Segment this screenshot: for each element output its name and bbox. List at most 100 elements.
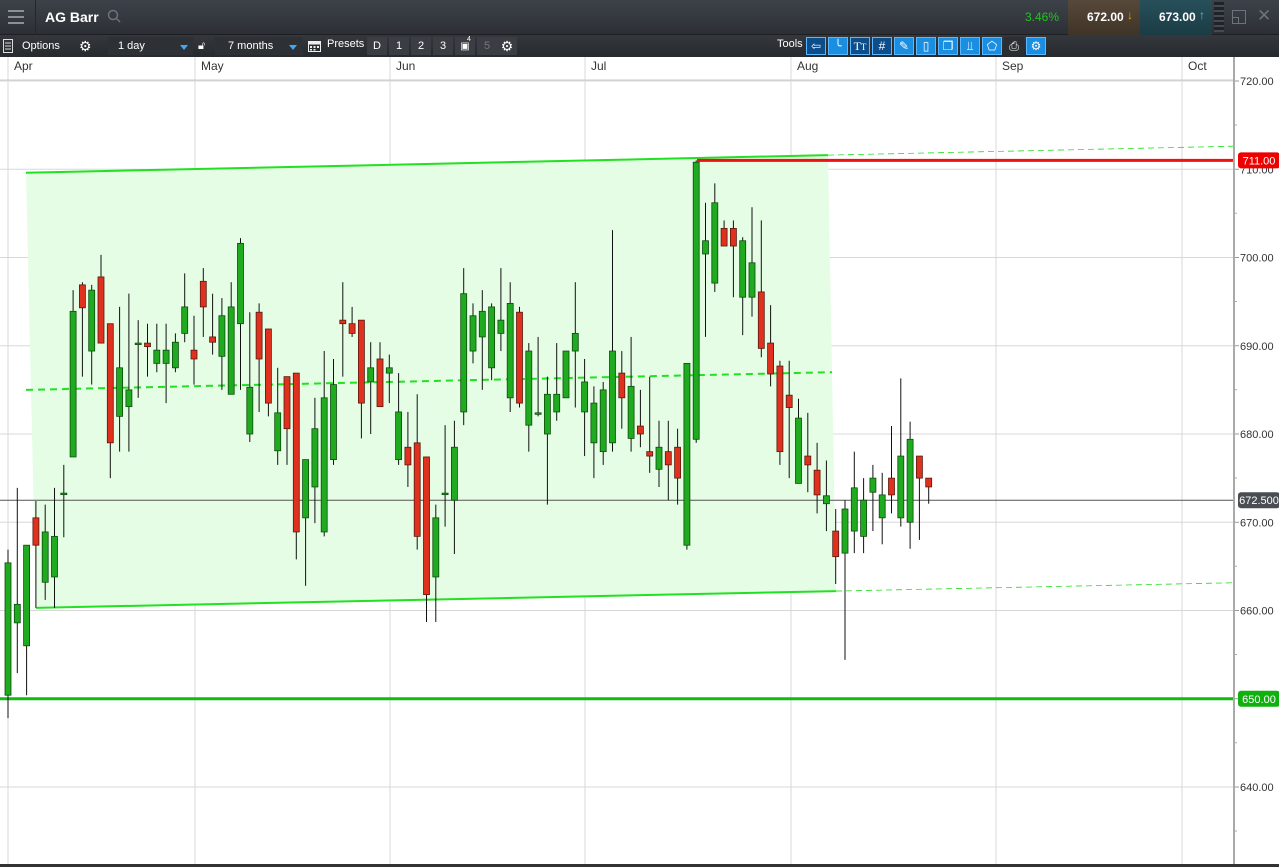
candle-body-up bbox=[88, 289, 96, 352]
candle-body-up bbox=[23, 544, 31, 647]
candle bbox=[683, 362, 691, 550]
candle-body-up bbox=[60, 492, 68, 496]
candle-body-down bbox=[888, 477, 895, 496]
candle-body-up bbox=[869, 477, 877, 493]
grid-icon[interactable]: # bbox=[872, 37, 892, 55]
candle-body-up bbox=[525, 350, 533, 426]
candle-body-up bbox=[320, 397, 328, 533]
candle-body-up bbox=[655, 446, 663, 470]
range-value: 7 months bbox=[228, 40, 274, 52]
options-button[interactable]: Options bbox=[22, 37, 60, 55]
candle bbox=[850, 451, 858, 554]
candle-body-up bbox=[469, 315, 477, 352]
candle-body-up bbox=[739, 240, 747, 298]
candle-body-down bbox=[144, 342, 151, 348]
sell-button[interactable]: 672.00 ↓ bbox=[1068, 0, 1140, 35]
buy-button[interactable]: 673.00 ↑ bbox=[1140, 0, 1212, 35]
menu-icon[interactable] bbox=[8, 10, 24, 24]
candle-body-up bbox=[153, 349, 161, 364]
indicators-icon[interactable]: ⫫ bbox=[960, 37, 980, 55]
list-icon[interactable] bbox=[3, 39, 13, 53]
interval-select[interactable]: 1 day bbox=[108, 37, 193, 55]
candle-body-down bbox=[767, 342, 774, 375]
preset-1[interactable]: 1 bbox=[389, 37, 409, 55]
candle-body-down bbox=[404, 446, 412, 466]
x-axis-labels: Apr May Jun Jul Aug Sep Oct bbox=[14, 59, 1207, 73]
range-select[interactable]: 7 months bbox=[215, 37, 303, 55]
candle-body-down bbox=[664, 451, 672, 466]
candle-body-down bbox=[730, 227, 737, 247]
curve-line-icon[interactable]: ╰ bbox=[828, 37, 848, 55]
candle-body-up bbox=[748, 262, 756, 298]
preset-3[interactable]: 3 bbox=[433, 37, 453, 55]
candle-body-up bbox=[367, 367, 375, 383]
support-badge-label: 650.00 bbox=[1242, 694, 1276, 706]
candle-body-down bbox=[292, 372, 300, 533]
candle-body-up bbox=[311, 428, 319, 488]
drag-handle[interactable] bbox=[1214, 2, 1224, 32]
candle-body-down bbox=[106, 323, 114, 444]
candle-body-up bbox=[330, 384, 337, 460]
layers-icon[interactable]: ❐ bbox=[938, 37, 958, 55]
candle-body-up bbox=[441, 492, 449, 496]
candle-body-up bbox=[590, 402, 598, 444]
candle-body-up bbox=[860, 499, 867, 537]
preset-2[interactable]: 2 bbox=[411, 37, 431, 55]
candle-body-down bbox=[376, 358, 384, 408]
candle-body-down bbox=[674, 446, 681, 479]
text-icon[interactable]: TT bbox=[850, 37, 870, 55]
candle-body-up bbox=[841, 508, 849, 554]
candle bbox=[292, 372, 300, 560]
candle-body-up bbox=[544, 393, 551, 435]
candle-body-down bbox=[618, 372, 626, 399]
save-preset-4[interactable]: ▣ 4 bbox=[455, 36, 475, 55]
candle-body-down bbox=[785, 394, 793, 408]
candle-body-down bbox=[348, 323, 356, 334]
change-percent: 3.46% bbox=[1025, 10, 1060, 24]
candle-body-down bbox=[79, 284, 86, 309]
month-label: Sep bbox=[1002, 59, 1024, 73]
candle bbox=[860, 478, 867, 554]
candle bbox=[4, 549, 12, 719]
presets-gear-icon[interactable]: ⚙ bbox=[497, 37, 517, 55]
price-tick-label: 660.00 bbox=[1240, 606, 1274, 618]
price-chart[interactable]: Apr May Jun Jul Aug Sep Oct 720.00710.00700.00… bbox=[0, 57, 1279, 867]
candle-body-down bbox=[776, 365, 784, 453]
back-arrow-icon[interactable]: ⇦ bbox=[806, 37, 826, 55]
calendar-icon[interactable] bbox=[308, 39, 321, 52]
candle-body-up bbox=[432, 517, 440, 578]
candle-body-down bbox=[283, 376, 291, 430]
resistance-badge-label: 711.00 bbox=[1243, 155, 1276, 167]
candle-body-down bbox=[757, 291, 765, 349]
sell-price: 672.00 bbox=[1087, 10, 1124, 24]
candle-body-up bbox=[609, 350, 616, 444]
candle-body-up bbox=[850, 487, 858, 532]
candle-body-down bbox=[637, 425, 644, 435]
print-icon[interactable]: ⎙ bbox=[1004, 37, 1024, 55]
search-icon[interactable] bbox=[107, 9, 121, 23]
close-icon[interactable]: ✕ bbox=[1257, 6, 1271, 26]
candle-body-up bbox=[302, 459, 310, 519]
candle-body-up bbox=[41, 531, 49, 583]
draw-pencil-icon[interactable]: ✎ bbox=[894, 37, 914, 55]
candle-body-down bbox=[804, 455, 812, 466]
candle bbox=[13, 487, 21, 674]
preset-d[interactable]: D bbox=[367, 37, 387, 55]
candle-body-up bbox=[897, 455, 905, 519]
candle-body-up bbox=[488, 306, 496, 369]
candle-body-up bbox=[450, 446, 458, 501]
candle-body-up bbox=[683, 362, 691, 546]
channel-upper-extension bbox=[827, 145, 1235, 156]
lock-icon[interactable]: 🔓︎ bbox=[198, 37, 205, 55]
restore-window-icon[interactable] bbox=[1232, 10, 1246, 24]
candle bbox=[869, 464, 877, 532]
options-gear-icon[interactable]: ⚙ bbox=[79, 37, 92, 55]
candle-icon[interactable]: ▯ bbox=[916, 37, 936, 55]
candle-body-up bbox=[385, 367, 393, 374]
preset-5[interactable]: 5 bbox=[477, 37, 497, 55]
candle-body-up bbox=[460, 293, 468, 413]
candle-body-up bbox=[395, 411, 403, 460]
settings-edit-icon[interactable]: ⚙ bbox=[1026, 37, 1046, 55]
tag-icon[interactable]: ⬠ bbox=[982, 37, 1002, 55]
candle-body-up bbox=[571, 332, 579, 352]
